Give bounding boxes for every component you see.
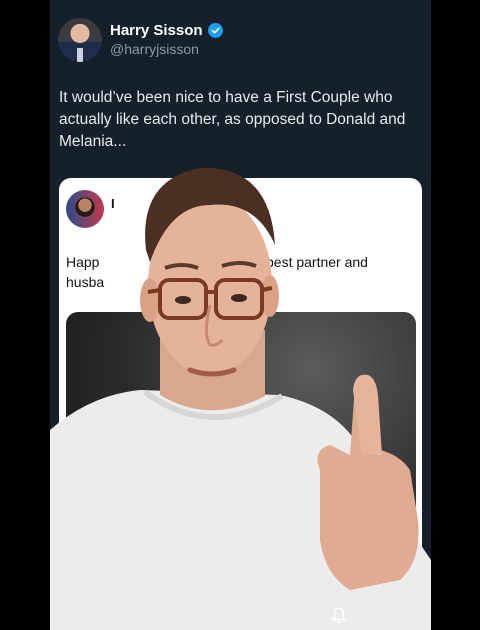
eye-left — [175, 296, 191, 304]
speaker-ear-left — [140, 278, 160, 322]
speaker-overlay — [50, 167, 431, 630]
video-frame: Harry Sisson @harryjsisson It would’ve b… — [50, 0, 431, 630]
bell-icon[interactable] — [330, 606, 348, 624]
eye-right — [231, 294, 247, 302]
glasses-arm-left — [147, 288, 161, 294]
glasses-arm-right — [261, 286, 273, 292]
